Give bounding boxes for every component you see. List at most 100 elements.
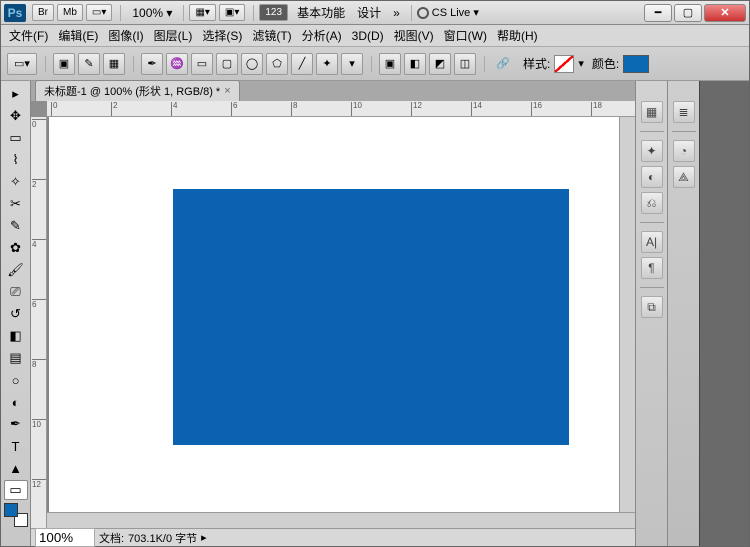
cslive-button[interactable]: CS Live ▾	[417, 6, 479, 19]
maximize-button[interactable]: ▢	[674, 4, 702, 22]
scrollbar-vertical[interactable]	[619, 117, 635, 512]
style-dropdown-icon[interactable]: ▾	[578, 57, 584, 70]
rounded-rect-icon[interactable]: ▢	[216, 53, 238, 75]
menu-image[interactable]: 图像(I)	[104, 25, 147, 46]
scrollbar-horizontal[interactable]	[47, 512, 635, 528]
custom-shape-icon[interactable]: ✦	[316, 53, 338, 75]
color-swatch[interactable]	[623, 55, 649, 73]
menu-filter[interactable]: 滤镜(T)	[248, 25, 295, 46]
separator	[183, 5, 184, 21]
ruler-vertical[interactable]: 024681012	[31, 117, 47, 528]
menu-analysis[interactable]: 分析(A)	[298, 25, 346, 46]
dodge-tool[interactable]: ◐	[4, 392, 28, 412]
canvas-wrap: 024681012	[31, 117, 635, 528]
rectangle-tool[interactable]: ▭	[4, 480, 28, 500]
separator	[253, 5, 254, 21]
paths-panel-icon[interactable]: ⟁	[673, 166, 695, 188]
screenmode2-button[interactable]: ▣▾	[219, 4, 245, 21]
status-bar: 文档: 703.1K/0 字节 ▸	[31, 528, 635, 546]
status-zoom-input[interactable]	[35, 528, 95, 547]
combine-intersect-icon[interactable]: ◩	[429, 53, 451, 75]
combine-subtract-icon[interactable]: ◧	[404, 53, 426, 75]
menu-edit[interactable]: 编辑(E)	[54, 25, 102, 46]
menu-view[interactable]: 视图(V)	[390, 25, 438, 46]
separator	[133, 56, 134, 72]
color-label: 颜色:	[592, 55, 619, 72]
fg-bg-colors[interactable]	[4, 503, 28, 527]
bridge-button[interactable]: Br	[32, 4, 54, 21]
history-brush-tool[interactable]: ↺	[4, 304, 28, 324]
workspace-basic[interactable]: 基本功能	[291, 4, 351, 21]
pen-icon[interactable]: ✒	[141, 53, 163, 75]
stamp-tool[interactable]: ⎚	[4, 282, 28, 302]
channels-panel-icon[interactable]: ◔	[673, 140, 695, 162]
document-tabs: 未标题-1 @ 100% (形状 1, RGB/8) * ×	[31, 81, 635, 101]
arrange-button[interactable]: ▦▾	[189, 4, 215, 21]
pen-tool[interactable]: ✒	[4, 414, 28, 434]
healing-tool[interactable]: ✿	[4, 238, 28, 258]
cslive-icon	[417, 7, 429, 19]
path-select-tool[interactable]: ▲	[4, 458, 28, 478]
line-icon[interactable]: ╱	[291, 53, 313, 75]
collapse-icon[interactable]: ▸	[4, 84, 28, 104]
fg-color-swatch[interactable]	[4, 503, 18, 517]
minimize-button[interactable]: ━	[644, 4, 672, 22]
shape-rectangle[interactable]	[173, 189, 569, 445]
menu-select[interactable]: 选择(S)	[198, 25, 246, 46]
menu-3d[interactable]: 3D(D)	[348, 27, 388, 45]
crop-tool[interactable]: ✂	[4, 194, 28, 214]
blur-tool[interactable]: ○	[4, 370, 28, 390]
fill-pixels-button[interactable]: ▦	[103, 53, 125, 75]
marquee-tool[interactable]: ▭	[4, 128, 28, 148]
menu-file[interactable]: 文件(F)	[5, 25, 52, 46]
extras-button[interactable]: 123	[259, 4, 288, 21]
quick-select-tool[interactable]: ✧	[4, 172, 28, 192]
brush-tool[interactable]: 🖌	[4, 260, 28, 280]
freeform-pen-icon[interactable]: ♒	[166, 53, 188, 75]
zoom-dropdown[interactable]: 100% ▾	[126, 6, 178, 20]
menu-layer[interactable]: 图层(L)	[150, 25, 197, 46]
combine-exclude-icon[interactable]: ◫	[454, 53, 476, 75]
status-doc-label: 文档:	[99, 530, 124, 546]
character-panel-icon[interactable]: A|	[641, 231, 663, 253]
screen-mode-button[interactable]: ▭▾	[86, 4, 112, 21]
polygon-icon[interactable]: ⬠	[266, 53, 288, 75]
style-label: 样式:	[523, 55, 550, 72]
gradient-tool[interactable]: ▤	[4, 348, 28, 368]
lasso-tool[interactable]: ⌇	[4, 150, 28, 170]
layers-panel-icon[interactable]: ≣	[673, 101, 695, 123]
color-panel-icon[interactable]: ▦	[641, 101, 663, 123]
workspace-design[interactable]: 设计	[351, 4, 387, 21]
adjustments-panel-icon[interactable]: ✦	[641, 140, 663, 162]
styles-panel-icon[interactable]: ⎌	[641, 192, 663, 214]
link-icon[interactable]: 🔗	[492, 53, 514, 75]
shape-layers-button[interactable]: ▣	[53, 53, 75, 75]
canvas[interactable]	[49, 117, 635, 528]
type-tool[interactable]: T	[4, 436, 28, 456]
menu-help[interactable]: 帮助(H)	[493, 25, 542, 46]
eyedropper-tool[interactable]: ✎	[4, 216, 28, 236]
menu-bar: 文件(F) 编辑(E) 图像(I) 图层(L) 选择(S) 滤镜(T) 分析(A…	[1, 25, 749, 47]
ruler-horizontal[interactable]: 02468101214161820	[47, 101, 635, 117]
combine-add-icon[interactable]: ▣	[379, 53, 401, 75]
paragraph-panel-icon[interactable]: ¶	[641, 257, 663, 279]
close-tab-icon[interactable]: ×	[224, 85, 230, 97]
ellipse-icon[interactable]: ◯	[241, 53, 263, 75]
eraser-tool[interactable]: ◧	[4, 326, 28, 346]
geometry-options-icon[interactable]: ▾	[341, 53, 363, 75]
document-tab[interactable]: 未标题-1 @ 100% (形状 1, RGB/8) * ×	[35, 80, 240, 101]
divider	[640, 222, 664, 223]
status-menu-icon[interactable]: ▸	[201, 531, 207, 544]
navigator-panel-icon[interactable]: ⧉	[641, 296, 663, 318]
rect-shape-icon[interactable]: ▭	[191, 53, 213, 75]
close-button[interactable]: ✕	[704, 4, 746, 22]
paths-button[interactable]: ✎	[78, 53, 100, 75]
move-tool[interactable]: ✥	[4, 106, 28, 126]
tool-preset-button[interactable]: ▭▾	[7, 53, 37, 75]
workspace-more[interactable]: »	[387, 6, 406, 20]
separator	[484, 56, 485, 72]
masks-panel-icon[interactable]: ◐	[641, 166, 663, 188]
minibridge-button[interactable]: Mb	[57, 4, 83, 21]
style-swatch[interactable]	[554, 55, 574, 73]
menu-window[interactable]: 窗口(W)	[440, 25, 491, 46]
